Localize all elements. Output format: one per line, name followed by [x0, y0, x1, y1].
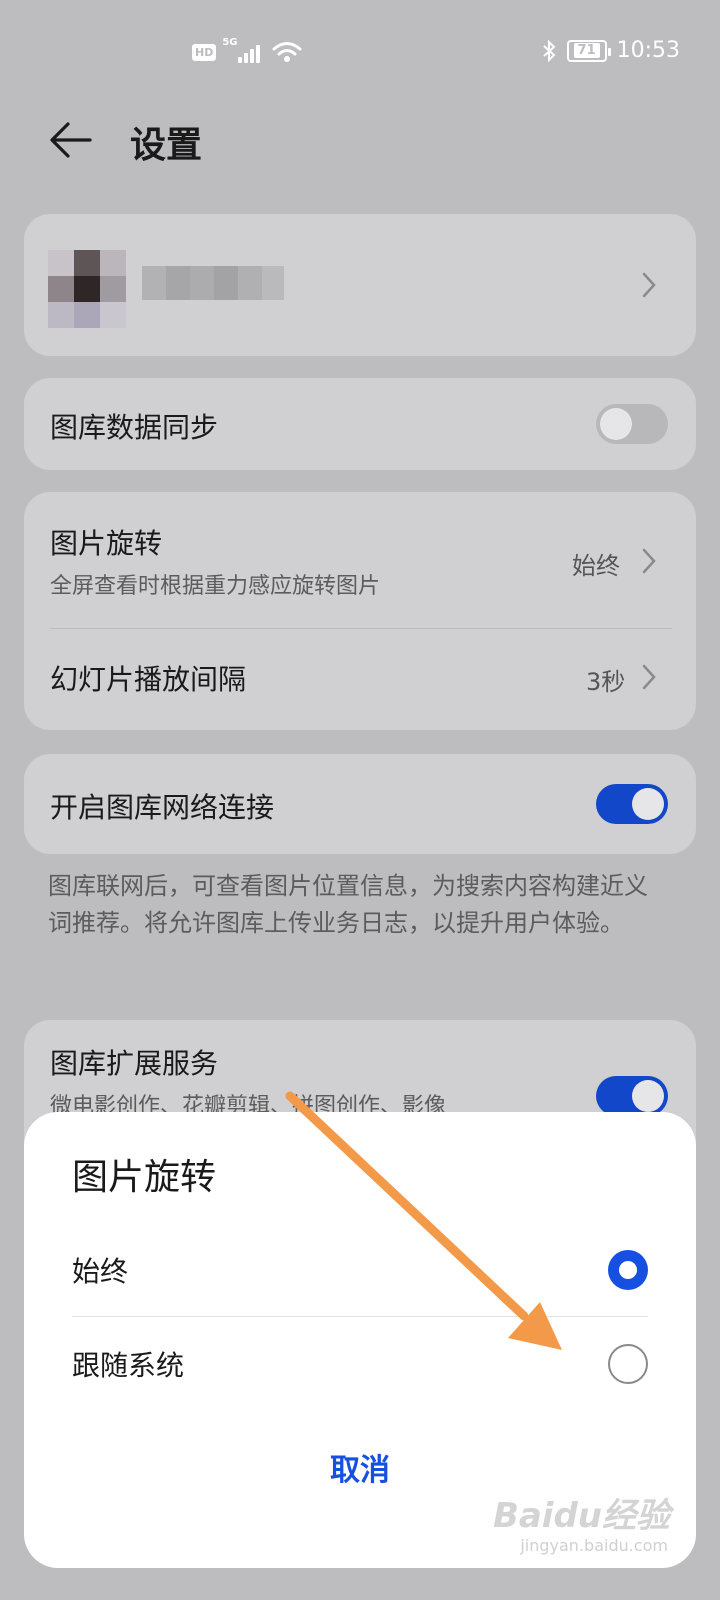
- chevron-right-icon: [642, 548, 656, 574]
- slideshow-row[interactable]: 幻灯片播放间隔 3秒: [24, 630, 696, 730]
- radio-selected[interactable]: [608, 1250, 648, 1290]
- gallery-sync-label: 图库数据同步: [50, 411, 219, 444]
- gallery-sync-card: 图库数据同步: [24, 378, 696, 470]
- page-title: 设置: [130, 125, 203, 166]
- back-button[interactable]: [48, 118, 96, 162]
- battery-icon: 71: [566, 39, 611, 62]
- watermark-url: jingyan.baidu.com: [520, 1536, 668, 1555]
- slideshow-label: 幻灯片播放间隔: [50, 663, 247, 696]
- back-arrow-icon: [50, 122, 92, 158]
- slideshow-value: 3秒: [586, 668, 626, 696]
- battery-level: 71: [573, 43, 600, 58]
- app-header: 设置: [0, 100, 720, 180]
- extension-toggle[interactable]: [596, 1076, 668, 1116]
- network-label: 开启图库网络连接: [50, 791, 275, 824]
- hd-icon: HD: [192, 43, 217, 61]
- wifi-icon: [272, 42, 302, 62]
- rotation-value: 始终: [572, 552, 620, 580]
- toggle-knob: [632, 788, 664, 820]
- gallery-sync-toggle[interactable]: [596, 404, 668, 444]
- option-label: 跟随系统: [72, 1349, 185, 1382]
- account-name-blurred: [142, 266, 284, 300]
- chevron-right-icon: [642, 664, 656, 690]
- network-type-label: 5G: [222, 37, 238, 48]
- chevron-right-icon: [642, 272, 656, 298]
- network-toggle[interactable]: [596, 784, 668, 824]
- watermark-logo: Baidu经验: [492, 1496, 670, 1536]
- option-always[interactable]: 始终: [72, 1226, 648, 1316]
- avatar: [48, 250, 126, 328]
- dialog-title: 图片旋转: [72, 1157, 217, 1198]
- option-follow-system[interactable]: 跟随系统: [72, 1320, 648, 1410]
- status-left-icons: HD 5G: [192, 37, 302, 64]
- status-right-icons: 71 10:53: [541, 38, 680, 63]
- rotation-subtitle: 全屏查看时根据重力感应旋转图片: [50, 574, 381, 599]
- status-time: 10:53: [616, 38, 680, 63]
- bluetooth-icon: [542, 39, 556, 62]
- rotation-row[interactable]: 图片旋转 全屏查看时根据重力感应旋转图片 始终: [24, 492, 696, 626]
- toggle-knob: [600, 408, 632, 440]
- cancel-button[interactable]: 取消: [260, 1432, 460, 1502]
- rotation-title: 图片旋转: [50, 527, 163, 560]
- network-card: 开启图库网络连接: [24, 754, 696, 854]
- dialog-divider: [72, 1316, 648, 1317]
- display-settings-card: 图片旋转 全屏查看时根据重力感应旋转图片 始终 幻灯片播放间隔 3秒: [24, 492, 696, 730]
- option-label: 始终: [72, 1255, 129, 1288]
- row-divider: [50, 628, 672, 629]
- radio-unselected[interactable]: [608, 1344, 648, 1384]
- cellular-signal-icon: 5G: [222, 37, 261, 63]
- network-note: 图库联网后，可查看图片位置信息，为搜索内容构建近义词推荐。将允许图库上传业务日志…: [48, 872, 648, 937]
- toggle-knob: [632, 1080, 664, 1112]
- account-card[interactable]: [24, 214, 696, 356]
- extension-title: 图库扩展服务: [50, 1047, 219, 1080]
- status-bar: HD 5G 71 10:53: [0, 0, 720, 100]
